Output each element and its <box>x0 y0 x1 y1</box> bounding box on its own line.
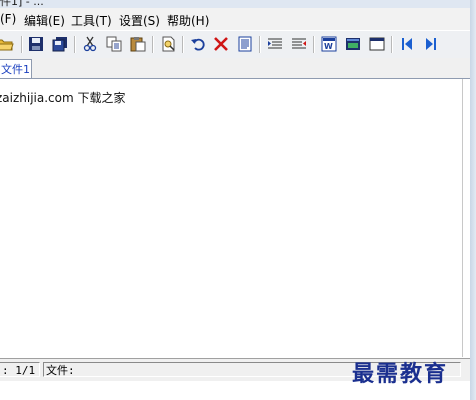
last-page-icon[interactable] <box>422 35 440 53</box>
toolbar-separator <box>259 36 261 53</box>
toolbar-separator <box>152 36 154 53</box>
delete-icon[interactable] <box>212 35 230 53</box>
status-page: : 1/1 <box>0 362 40 377</box>
tab-strip: 文件1 <box>0 58 470 79</box>
outdent-icon[interactable] <box>290 35 308 53</box>
menu-file[interactable]: (F) <box>0 12 16 26</box>
title-bar[interactable]: 件1] - ... <box>0 0 476 8</box>
app-window: 件1] - ... (F) 编辑(E) 工具(T) 设置(S) 帮助(H) W … <box>0 0 476 400</box>
menu-tools[interactable]: 工具(T) <box>71 12 112 29</box>
toolbar-separator <box>313 36 315 53</box>
editor-content: zaizhijia.com 下载之家 <box>0 91 126 105</box>
watermark-logo: 最需教育 <box>352 361 449 387</box>
first-page-icon[interactable] <box>398 35 416 53</box>
menu-bar: (F) 编辑(E) 工具(T) 设置(S) 帮助(H) <box>0 8 470 30</box>
toolbar-separator <box>391 36 393 53</box>
svg-text:W: W <box>324 42 333 51</box>
window-icon[interactable] <box>368 35 386 53</box>
find-icon[interactable] <box>159 35 177 53</box>
undo-icon[interactable] <box>189 35 207 53</box>
word-icon[interactable]: W <box>320 35 338 53</box>
save-icon[interactable] <box>27 35 45 53</box>
paste-icon[interactable] <box>129 35 147 53</box>
open-folder-icon[interactable] <box>0 35 14 53</box>
toolbar-separator <box>182 36 184 53</box>
tab-file1[interactable]: 文件1 <box>0 59 32 78</box>
save-all-icon[interactable] <box>51 35 69 53</box>
toolbar: W <box>0 30 470 59</box>
terminal-icon[interactable] <box>344 35 362 53</box>
toolbar-separator <box>74 36 76 53</box>
document-icon[interactable] <box>236 35 254 53</box>
copy-icon[interactable] <box>105 35 123 53</box>
text-editor[interactable]: zaizhijia.com 下载之家 <box>0 79 463 357</box>
cut-icon[interactable] <box>81 35 99 53</box>
menu-help[interactable]: 帮助(H) <box>167 12 209 29</box>
menu-settings[interactable]: 设置(S) <box>119 12 160 29</box>
menu-edit[interactable]: 编辑(E) <box>24 12 65 29</box>
window-title: 件1] - ... <box>0 0 44 8</box>
toolbar-separator <box>21 36 23 53</box>
indent-icon[interactable] <box>266 35 284 53</box>
window-frame-right <box>470 0 476 400</box>
